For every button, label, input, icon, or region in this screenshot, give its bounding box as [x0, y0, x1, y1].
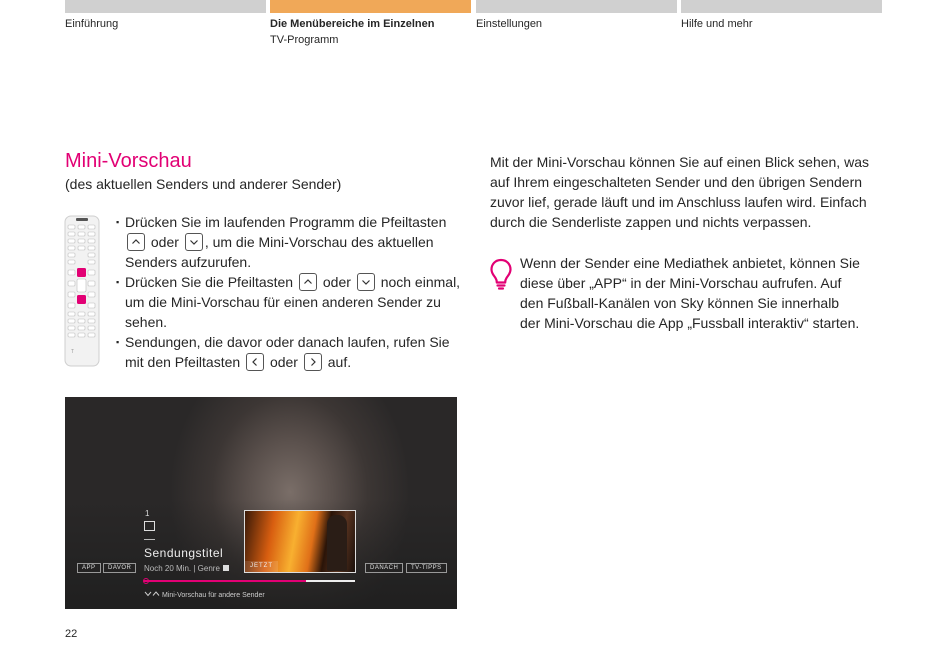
- preview-now-label: JETZT: [245, 561, 278, 572]
- instruction-list: Drücken Sie im laufenden Programm die Pf…: [116, 212, 462, 372]
- nav-tab-menuebereiche[interactable]: Die Menübereiche im Einzelnen TV-Program…: [270, 0, 471, 47]
- remote-control-icon: T: [64, 215, 100, 367]
- description-paragraph: Mit der Mini-Vorschau können Sie auf ein…: [490, 154, 869, 230]
- mini-preview-screenshot: 1 Sendungstitel Noch 20 Min. | Genre APP…: [65, 397, 457, 609]
- page-number: 22: [65, 628, 78, 640]
- show-meta-text: Noch 20 Min. | Genre: [144, 564, 220, 573]
- nav-tab-einstellungen[interactable]: Einstellungen: [476, 0, 677, 31]
- chevron-right-icon: [303, 353, 322, 371]
- navigation-hint-text: Mini-Vorschau für andere Sender: [161, 592, 265, 599]
- nav-tab-bar: [681, 0, 882, 13]
- bullet-text: Drücken Sie die Pfeiltasten: [125, 274, 294, 290]
- nav-tab-label: Einführung: [65, 18, 119, 30]
- nav-tab-sublabel: TV-Programm: [270, 34, 339, 46]
- progress-start-marker: [143, 578, 149, 584]
- navigation-hint: Mini-Vorschau für andere Sender: [144, 591, 265, 599]
- nav-tab-bar: [476, 0, 677, 13]
- chevron-down-icon: [356, 273, 375, 291]
- nav-tab-bar: [65, 0, 266, 13]
- list-item: Sendungen, die davor oder danach laufen,…: [116, 332, 462, 372]
- tv-tipps-button[interactable]: TV-TIPPS: [406, 563, 447, 573]
- app-button[interactable]: APP: [77, 563, 101, 573]
- list-item: Drücken Sie die Pfeiltasten oder noch ei…: [116, 272, 462, 332]
- divider: [144, 539, 155, 540]
- chevron-down-icon: [184, 233, 203, 251]
- svg-text:T: T: [71, 349, 74, 355]
- danach-button[interactable]: DANACH: [365, 563, 404, 573]
- preview-thumbnail[interactable]: JETZT: [244, 510, 356, 573]
- channel-logo-placeholder: [144, 521, 155, 531]
- bullet-text: oder: [269, 354, 298, 370]
- preview-figure: [327, 515, 347, 571]
- nav-tab-bar: [270, 0, 471, 13]
- tip-paragraph: Wenn der Sender eine Mediathek anbietet,…: [520, 255, 860, 331]
- chevron-down-up-icon: [144, 591, 160, 597]
- nav-tab-hilfe[interactable]: Hilfe und mehr: [681, 0, 882, 31]
- bullet-text: oder: [150, 234, 179, 250]
- progress-fill: [144, 580, 306, 582]
- page-title: Mini-Vorschau: [65, 150, 192, 172]
- chevron-up-icon: [127, 233, 145, 251]
- show-title: Sendungstitel: [144, 546, 224, 560]
- bullet-text: Drücken Sie im laufenden Programm die Pf…: [125, 214, 447, 230]
- nav-tab-label: Hilfe und mehr: [681, 18, 753, 30]
- nav-tab-label: Einstellungen: [476, 18, 543, 30]
- channel-number: 1: [145, 509, 150, 518]
- davor-button[interactable]: DAVOR: [103, 563, 137, 573]
- chevron-left-icon: [246, 353, 265, 371]
- top-navigation: Einführung Die Menübereiche im Einzelnen…: [65, 0, 882, 50]
- page-subtitle: (des aktuellen Senders und anderer Sende…: [65, 176, 342, 192]
- show-meta: Noch 20 Min. | Genre: [144, 564, 229, 573]
- list-item: Drücken Sie im laufenden Programm die Pf…: [116, 212, 462, 272]
- nav-tab-label: Die Menübereiche im Einzelnen: [270, 18, 435, 30]
- chevron-up-icon: [298, 273, 317, 291]
- nav-tab-einfuehrung[interactable]: Einführung: [65, 0, 266, 31]
- bullet-text: auf.: [327, 354, 352, 370]
- lightbulb-icon: [489, 258, 513, 290]
- age-rating-icon: [222, 565, 229, 571]
- bullet-text: oder: [322, 274, 351, 290]
